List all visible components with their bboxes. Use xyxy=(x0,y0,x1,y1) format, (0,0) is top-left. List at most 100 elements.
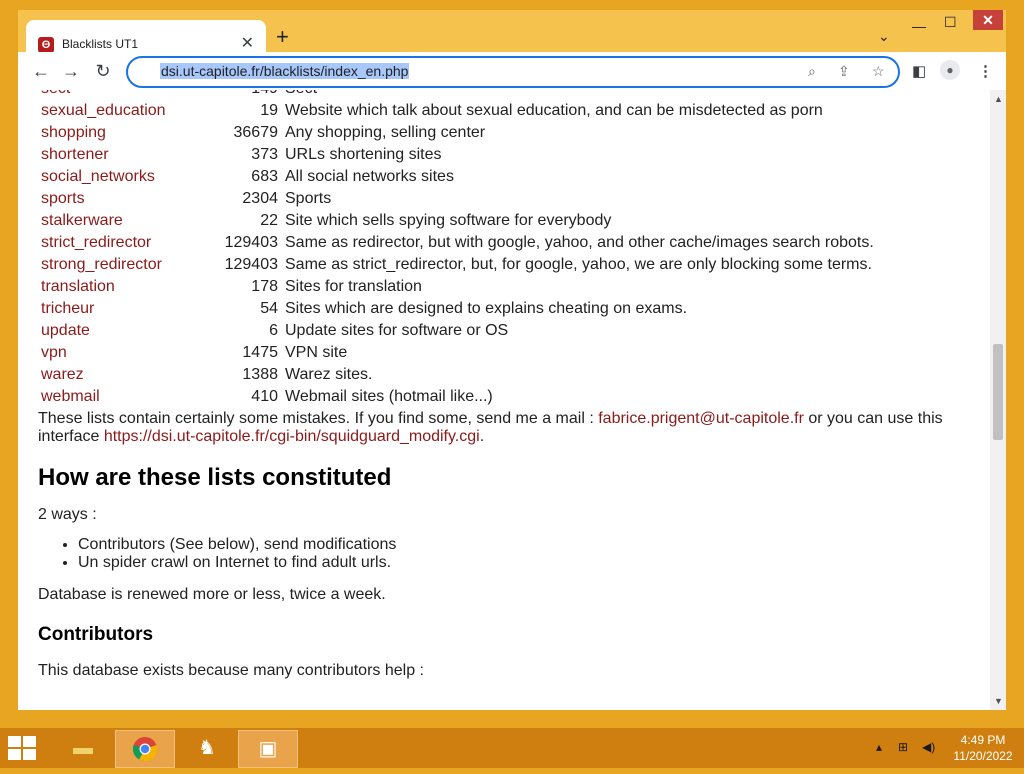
browser-window: Θ Blacklists UT1 ✕ + ⌄ — ☐ ✕ ← → ↻ dsi.u… xyxy=(18,10,1006,710)
reload-icon[interactable]: ↻ xyxy=(92,61,114,82)
clock-date: 11/20/2022 xyxy=(953,749,1013,763)
ways-intro: 2 ways : xyxy=(38,506,97,523)
contact-email-link[interactable]: fabrice.prigent@ut-capitole.fr xyxy=(598,410,804,427)
tab-close-icon[interactable]: ✕ xyxy=(241,33,254,53)
modify-interface-link[interactable]: https://dsi.ut-capitole.fr/cgi-bin/squid… xyxy=(104,428,480,445)
renewal-text: Database is renewed more or less, twice … xyxy=(38,586,386,603)
category-description: Site which sells spying software for eve… xyxy=(285,212,612,229)
start-logo-pane xyxy=(23,749,36,760)
kebab-menu-icon[interactable]: ⋮ xyxy=(978,62,993,80)
category-link[interactable]: tricheur xyxy=(38,298,185,320)
chrome-icon[interactable] xyxy=(115,730,175,768)
contributors-intro: This database exists because many contri… xyxy=(38,662,424,679)
side-panel-icon[interactable]: ◧ xyxy=(912,62,926,80)
category-description: All social networks sites xyxy=(285,168,454,185)
category-link[interactable]: shortener xyxy=(38,144,185,166)
category-description: Sites for translation xyxy=(285,278,422,295)
category-description: Update sites for software or OS xyxy=(285,322,509,339)
network-status-icon[interactable]: ⊞ xyxy=(898,740,908,754)
category-link[interactable]: sports xyxy=(38,188,185,210)
category-link[interactable]: warez xyxy=(38,364,185,386)
site-favicon-icon: Θ xyxy=(38,37,54,53)
new-tab-button[interactable]: + xyxy=(276,24,289,50)
ways-list: Contributors (See below), send modificat… xyxy=(38,536,978,572)
entry-count: 2304 xyxy=(242,190,278,207)
category-link[interactable]: social_networks xyxy=(38,166,185,188)
category-link[interactable]: sect xyxy=(38,90,185,100)
entry-count: 19 xyxy=(260,102,278,119)
minimize-button[interactable]: — xyxy=(912,16,926,36)
search-icon[interactable]: ⌕ xyxy=(808,63,816,80)
category-description: Website which talk about sexual educatio… xyxy=(285,102,823,119)
category-link[interactable]: strong_redirector xyxy=(38,254,185,276)
scroll-thumb[interactable] xyxy=(993,344,1003,440)
entry-count: 178 xyxy=(251,278,278,295)
note-suffix: . xyxy=(479,428,485,445)
category-description: Warez sites. xyxy=(285,366,373,383)
entry-count: 1388 xyxy=(242,366,278,383)
volume-icon[interactable]: ◀) xyxy=(922,740,935,754)
table-row: strong_redirector 129403 Same as strict_re… xyxy=(38,254,878,276)
table-row: tricheur 54 Sites which are designed to ex… xyxy=(38,298,878,320)
scroll-up-arrow-icon[interactable]: ▲ xyxy=(994,94,1003,104)
category-link[interactable]: vpn xyxy=(38,342,185,364)
mistakes-note: These lists contain certainly some mista… xyxy=(38,410,978,446)
start-logo-pane xyxy=(8,736,21,747)
table-row: strict_redirector 129403 Same as redirecto… xyxy=(38,232,878,254)
note-prefix: These lists contain certainly some mista… xyxy=(38,410,599,427)
start-logo-pane xyxy=(8,749,21,760)
scroll-down-arrow-icon[interactable]: ▼ xyxy=(994,696,1003,706)
entry-count: 373 xyxy=(251,146,278,163)
windows-start-button[interactable] xyxy=(8,736,38,760)
entry-count: 683 xyxy=(251,168,278,185)
system-clock[interactable]: 4:49 PM 11/20/2022 xyxy=(950,732,1016,764)
tray-expand-icon[interactable]: ▴ xyxy=(876,740,882,754)
share-icon[interactable]: ⇪ xyxy=(838,63,850,80)
entry-count: 6 xyxy=(269,322,278,339)
close-window-button[interactable]: ✕ xyxy=(973,10,1003,30)
arrow-left-icon[interactable]: ← xyxy=(30,61,52,82)
table-row: update 6 Update sites for software or OS xyxy=(38,320,878,342)
taskbar: ▬ ♞ ▣ ▴ ⊞ ◀) 4:49 PM 11/20/2022 xyxy=(0,728,1024,768)
category-description: Same as redirector, but with google, yah… xyxy=(285,234,874,251)
category-description: Webmail sites (hotmail like...) xyxy=(285,388,493,405)
category-link[interactable]: stalkerware xyxy=(38,210,185,232)
table-row: stalkerware 22 Site which sells spying sof… xyxy=(38,210,878,232)
category-description: Same as strict_redirector, but, for goog… xyxy=(285,256,872,273)
start-logo-pane xyxy=(23,736,36,747)
category-link[interactable]: strict_redirector xyxy=(38,232,185,254)
category-description: Sports xyxy=(285,190,332,207)
entry-count: 36679 xyxy=(233,124,279,141)
entry-count: 129403 xyxy=(224,234,278,251)
category-link[interactable]: webmail xyxy=(38,386,185,408)
browser-toolbar: ← → ↻ dsi.ut-capitole.fr/blacklists/inde… xyxy=(18,52,1006,91)
vertical-scrollbar[interactable]: ▲ ▼ xyxy=(990,90,1006,710)
entry-count: 1475 xyxy=(242,344,278,361)
tab-search-chevron-down-icon[interactable]: ⌄ xyxy=(878,28,890,45)
table-row: sexual_education 19 Website which talk abo… xyxy=(38,100,878,122)
network-tool-icon[interactable]: ▣ xyxy=(238,730,298,768)
category-link[interactable]: translation xyxy=(38,276,185,298)
file-explorer-icon[interactable]: ▬ xyxy=(54,730,112,766)
profile-icon[interactable]: ● xyxy=(940,60,960,80)
category-description: Sites which are designed to explains che… xyxy=(285,300,688,317)
category-link[interactable]: sexual_education xyxy=(38,100,185,122)
table-row: shortener 373 URLs shortening sites xyxy=(38,144,878,166)
arrow-right-icon[interactable]: → xyxy=(60,61,82,82)
blacklist-table: sect149Sectsexual_education19Website whi… xyxy=(38,90,878,408)
table-row: webmail 410 Webmail sites (hotmail like...… xyxy=(38,386,878,408)
address-bar[interactable]: dsi.ut-capitole.fr/blacklists/index_en.p… xyxy=(126,56,900,88)
category-link[interactable]: shopping xyxy=(38,122,185,144)
category-description: URLs shortening sites xyxy=(285,146,442,163)
category-link[interactable]: update xyxy=(38,320,185,342)
table-row: vpn 1475 VPN site xyxy=(38,342,878,364)
list-item: Contributors (See below), send modificat… xyxy=(78,536,978,554)
table-row: sports 2304 Sports xyxy=(38,188,878,210)
page-content: sect149Sectsexual_education19Website whi… xyxy=(38,90,978,692)
maximize-button[interactable]: ☐ xyxy=(944,12,957,32)
table-row: social_networks 683 All social networks si… xyxy=(38,166,878,188)
games-icon[interactable]: ♞ xyxy=(178,730,236,766)
star-icon[interactable]: ☆ xyxy=(872,63,885,80)
page-viewport: sect149Sectsexual_education19Website whi… xyxy=(18,90,990,710)
address-bar-url[interactable]: dsi.ut-capitole.fr/blacklists/index_en.p… xyxy=(160,63,410,79)
